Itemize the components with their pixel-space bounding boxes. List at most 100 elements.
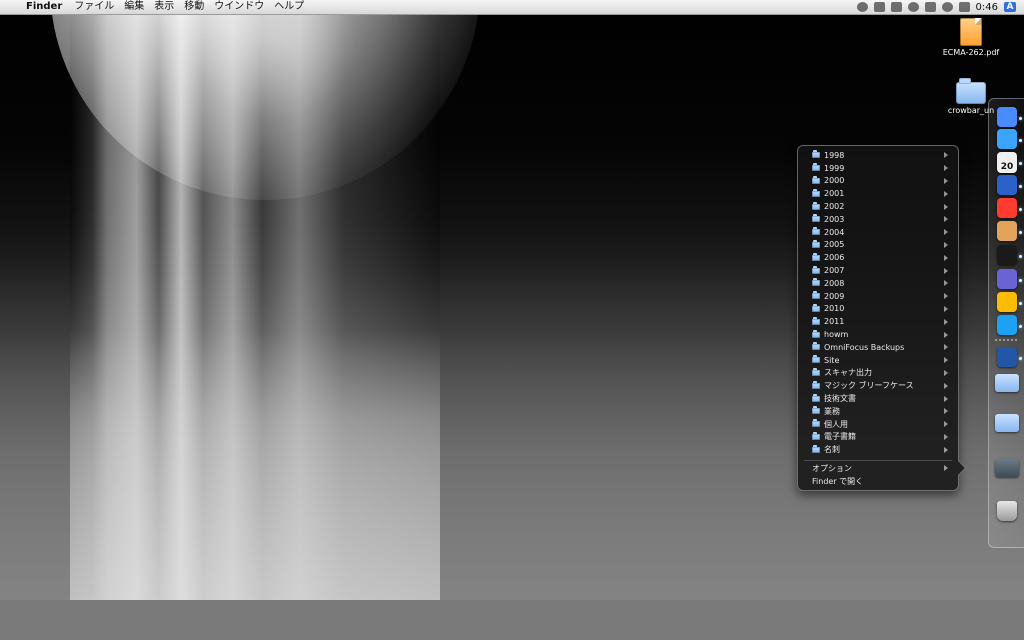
submenu-arrow-icon xyxy=(944,465,948,472)
submenu-arrow-icon xyxy=(944,177,948,184)
running-indicator-dot xyxy=(1019,325,1022,328)
submenu-arrow-icon xyxy=(944,293,948,300)
menu-help[interactable]: ヘルプ xyxy=(274,0,304,14)
menu-window[interactable]: ウインドウ xyxy=(214,0,264,14)
stack-menu-item[interactable]: 業務 xyxy=(798,405,958,418)
folder-icon xyxy=(812,239,820,248)
stack-menu-item[interactable]: 2003 xyxy=(798,213,958,226)
stack-menu-item[interactable]: 電子書籍 xyxy=(798,431,958,444)
dropbox-icon[interactable] xyxy=(856,2,868,12)
submenu-arrow-icon xyxy=(944,382,948,389)
stack-menu-item[interactable]: 2002 xyxy=(798,200,958,213)
desktop-item-ecma-pdf[interactable]: ECMA-262.pdf xyxy=(926,18,1016,57)
stack-menu-item[interactable]: 技術文書 xyxy=(798,392,958,405)
battery-icon[interactable] xyxy=(924,2,936,12)
folder-icon xyxy=(812,214,820,223)
stack-menu-options[interactable]: オプション xyxy=(798,462,958,475)
stack-menu-item-label: 2010 xyxy=(824,304,845,314)
stack-menu-item[interactable]: 1998 xyxy=(798,149,958,162)
no-entry-icon[interactable] xyxy=(997,198,1017,218)
menubar-clock[interactable]: 0:46 xyxy=(976,2,998,13)
terminal-icon[interactable] xyxy=(997,245,1017,265)
stack-menu-item-label: スキャナ出力 xyxy=(824,368,872,378)
menu-file[interactable]: ファイル xyxy=(74,0,114,14)
xmarks-icon[interactable] xyxy=(873,2,885,12)
stack-menu-list: 1998 1999 2000 2001 2002 2003 2004 2005 2006 2007… xyxy=(798,149,958,456)
volume-icon[interactable] xyxy=(958,2,970,12)
submenu-arrow-icon xyxy=(944,216,948,223)
twitter-icon[interactable] xyxy=(997,315,1017,335)
folder-icon xyxy=(812,367,820,376)
stack-menu-item-label: 技術文書 xyxy=(824,394,856,404)
folder-icon xyxy=(812,227,820,236)
stack-menu-item[interactable]: 2006 xyxy=(798,251,958,264)
stack-menu-options-label: オプション xyxy=(812,463,852,473)
folder-icon xyxy=(812,393,820,402)
finder-icon[interactable] xyxy=(997,107,1017,127)
eye-icon[interactable] xyxy=(997,175,1017,195)
stack-menu-item[interactable]: Site xyxy=(798,354,958,367)
stack-menu-open-in-finder-label: Finder で開く xyxy=(812,476,864,486)
folder-stack-icon[interactable] xyxy=(995,459,1019,477)
stack-menu-item[interactable]: howm xyxy=(798,328,958,341)
stack-menu-item-label: 2003 xyxy=(824,214,845,224)
documents-stack-icon[interactable] xyxy=(995,414,1019,432)
stack-menu-item[interactable]: マジック ブリーフケース xyxy=(798,379,958,392)
screen-bottom-band xyxy=(0,600,1024,640)
stack-menu-item-label: 2005 xyxy=(824,240,845,250)
stack-menu-item[interactable]: 名刺 xyxy=(798,443,958,456)
input-method-indicator[interactable]: A xyxy=(1004,2,1016,12)
stack-menu-item[interactable]: 2001 xyxy=(798,187,958,200)
stack-menu-item[interactable]: 2005 xyxy=(798,239,958,252)
submenu-arrow-icon xyxy=(944,165,948,172)
stack-menu-item[interactable]: 2000 xyxy=(798,175,958,188)
sync-icon[interactable] xyxy=(941,2,953,12)
help-icon[interactable] xyxy=(997,347,1017,367)
stack-menu-item[interactable]: 2004 xyxy=(798,226,958,239)
light-beam-wallpaper xyxy=(70,0,440,600)
stack-menu-item-label: 個人用 xyxy=(824,419,848,429)
calendar-icon[interactable]: 20 xyxy=(997,152,1017,173)
stack-menu-item[interactable]: 2009 xyxy=(798,290,958,303)
folder-icon xyxy=(812,431,820,440)
stack-menu-item[interactable]: 2008 xyxy=(798,277,958,290)
folder-icon xyxy=(812,188,820,197)
trash-icon[interactable] xyxy=(997,501,1017,521)
stack-menu-item[interactable]: OmniFocus Backups xyxy=(798,341,958,354)
submenu-arrow-icon xyxy=(944,395,948,402)
stack-menu-item[interactable]: 1999 xyxy=(798,162,958,175)
menu-app-finder[interactable]: Finder xyxy=(26,0,62,14)
folder-icon xyxy=(812,316,820,325)
stack-menu-open-in-finder[interactable]: Finder で開く xyxy=(798,475,958,488)
chrome-icon[interactable] xyxy=(997,292,1017,312)
wifi-icon[interactable] xyxy=(907,2,919,12)
running-indicator-dot xyxy=(1019,357,1022,360)
running-indicator-dot xyxy=(1019,162,1022,165)
stack-menu-item[interactable]: 2011 xyxy=(798,315,958,328)
printer-icon[interactable] xyxy=(997,221,1017,241)
submenu-arrow-icon xyxy=(944,421,948,428)
stack-menu-item-label: 2000 xyxy=(824,176,845,186)
stack-menu-item[interactable]: スキャナ出力 xyxy=(798,367,958,380)
folder-icon xyxy=(812,201,820,210)
stack-menu-item-label: 2002 xyxy=(824,202,845,212)
stack-menu-item-label: 電子書籍 xyxy=(824,432,856,442)
menu-go[interactable]: 移動 xyxy=(184,0,204,14)
submenu-arrow-icon xyxy=(944,305,948,312)
running-indicator-dot xyxy=(1019,117,1022,120)
submenu-arrow-icon xyxy=(944,408,948,415)
automator-icon[interactable] xyxy=(997,269,1017,289)
menu-edit[interactable]: 編集 xyxy=(124,0,144,14)
app-store-icon[interactable] xyxy=(997,129,1017,149)
downloads-stack-icon[interactable] xyxy=(995,374,1019,392)
pdf-icon xyxy=(960,18,982,46)
stack-menu-item-label: 2009 xyxy=(824,291,845,301)
menu-view[interactable]: 表示 xyxy=(154,0,174,14)
folder-icon xyxy=(812,342,820,351)
clipboard-icon[interactable] xyxy=(890,2,902,12)
stack-menu-item-label: 名刺 xyxy=(824,445,840,455)
stack-menu-item[interactable]: 2010 xyxy=(798,303,958,316)
stack-menu-item[interactable]: 2007 xyxy=(798,264,958,277)
stack-menu-item[interactable]: 個人用 xyxy=(798,418,958,431)
submenu-arrow-icon xyxy=(944,331,948,338)
